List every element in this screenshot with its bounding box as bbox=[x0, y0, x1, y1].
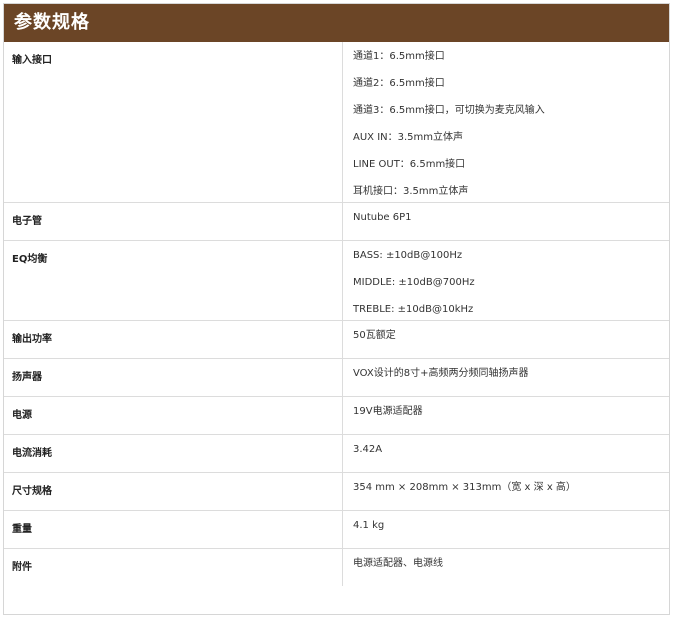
spec-value: AUX IN：3.5mm立体声 bbox=[353, 132, 464, 143]
spec-value-cell: 通道1：6.5mm接口 通道2：6.5mm接口通道3：6.5mm接口，可切换为麦克… bbox=[342, 42, 669, 203]
spec-table: 输入接口 通道1：6.5mm接口 通道2：6.5mm接口通道3：6.5mm接口，可切… bbox=[4, 42, 669, 586]
spec-label: 尺寸规格 bbox=[4, 472, 343, 511]
spec-value: 19V电源适配器 bbox=[353, 406, 423, 417]
spec-value: Nutube 6P1 bbox=[353, 212, 412, 223]
spec-value: 耳机接口：3.5mm立体声 bbox=[353, 186, 469, 197]
spec-value: 4.1 kg bbox=[353, 520, 385, 531]
spec-row: 电子管 Nutube 6P1 bbox=[4, 202, 669, 241]
spec-value: 通道3：6.5mm接口，可切换为麦克风输入 bbox=[353, 105, 545, 116]
spec-value: TREBLE: ±10dB@10kHz bbox=[353, 304, 474, 315]
spec-value-cell: 354 mm × 208mm × 313mm（宽 x 深 x 高） bbox=[342, 472, 669, 511]
spec-value: 354 mm × 208mm × 313mm（宽 x 深 x 高） bbox=[353, 482, 576, 493]
spec-value: LINE OUT：6.5mm接口 bbox=[353, 159, 466, 170]
spec-label: 输入接口 bbox=[4, 42, 343, 203]
spec-row: 扬声器 VOX设计的8寸+高频两分频同轴扬声器 bbox=[4, 358, 669, 397]
spec-row: 输出功率 50瓦额定 bbox=[4, 320, 669, 359]
spec-value: 3.42A bbox=[353, 444, 383, 455]
spec-value: 电源适配器、电源线 bbox=[353, 558, 443, 569]
spec-value-cell: 3.42A bbox=[342, 434, 669, 473]
spec-value-cell: Nutube 6P1 bbox=[342, 202, 669, 241]
spec-value-cell: 电源适配器、电源线 bbox=[343, 549, 670, 587]
spec-label: 附件 bbox=[4, 548, 343, 586]
spec-label: 电源 bbox=[4, 396, 343, 435]
spec-row: 尺寸规格 354 mm × 208mm × 313mm（宽 x 深 x 高） bbox=[4, 472, 669, 511]
spec-value-cell: BASS: ±10dB@100Hz MIDDLE: ±10dB@700Hz TREB… bbox=[342, 240, 669, 321]
spec-row: 电流消耗 3.42A bbox=[4, 434, 669, 473]
spec-table-body: 输入接口 通道1：6.5mm接口 通道2：6.5mm接口通道3：6.5mm接口，可切… bbox=[4, 42, 669, 586]
spec-row: 附件 电源适配器、电源线 bbox=[4, 548, 670, 587]
spec-label: 电流消耗 bbox=[4, 434, 343, 473]
spec-value-cell: 50瓦额定 bbox=[342, 320, 669, 359]
spec-value: 50瓦额定 bbox=[353, 330, 396, 341]
spec-value: 通道2：6.5mm接口 bbox=[353, 78, 445, 89]
spec-row: 重量 4.1 kg bbox=[4, 510, 669, 549]
section-title: 参数规格 bbox=[4, 4, 669, 42]
spec-value: BASS: ±10dB@100Hz bbox=[353, 250, 463, 261]
spec-value: MIDDLE: ±10dB@700Hz bbox=[353, 277, 475, 288]
spec-value-cell: 4.1 kg bbox=[342, 510, 669, 549]
spec-label: 重量 bbox=[4, 510, 343, 549]
spec-label: EQ均衡 bbox=[4, 240, 343, 321]
spec-value: 通道1：6.5mm接口 bbox=[353, 51, 445, 62]
spec-label: 电子管 bbox=[4, 202, 343, 241]
spec-label: 扬声器 bbox=[4, 358, 343, 397]
spec-row: 输入接口 通道1：6.5mm接口 通道2：6.5mm接口通道3：6.5mm接口，可切… bbox=[4, 42, 669, 203]
spec-value: VOX设计的8寸+高频两分频同轴扬声器 bbox=[353, 368, 529, 379]
spec-row: EQ均衡 BASS: ±10dB@100Hz MIDDLE: ±10dB@700Hz… bbox=[4, 240, 669, 321]
spec-value-cell: VOX设计的8寸+高频两分频同轴扬声器 bbox=[342, 358, 669, 397]
spec-panel: 参数规格 输入接口 通道1：6.5mm接口 通道2：6.5mm接口通道3：6.5mm… bbox=[3, 3, 670, 615]
spec-value-cell: 19V电源适配器 bbox=[342, 396, 669, 435]
spec-row: 电源 19V电源适配器 bbox=[4, 396, 669, 435]
spec-label: 输出功率 bbox=[4, 320, 343, 359]
